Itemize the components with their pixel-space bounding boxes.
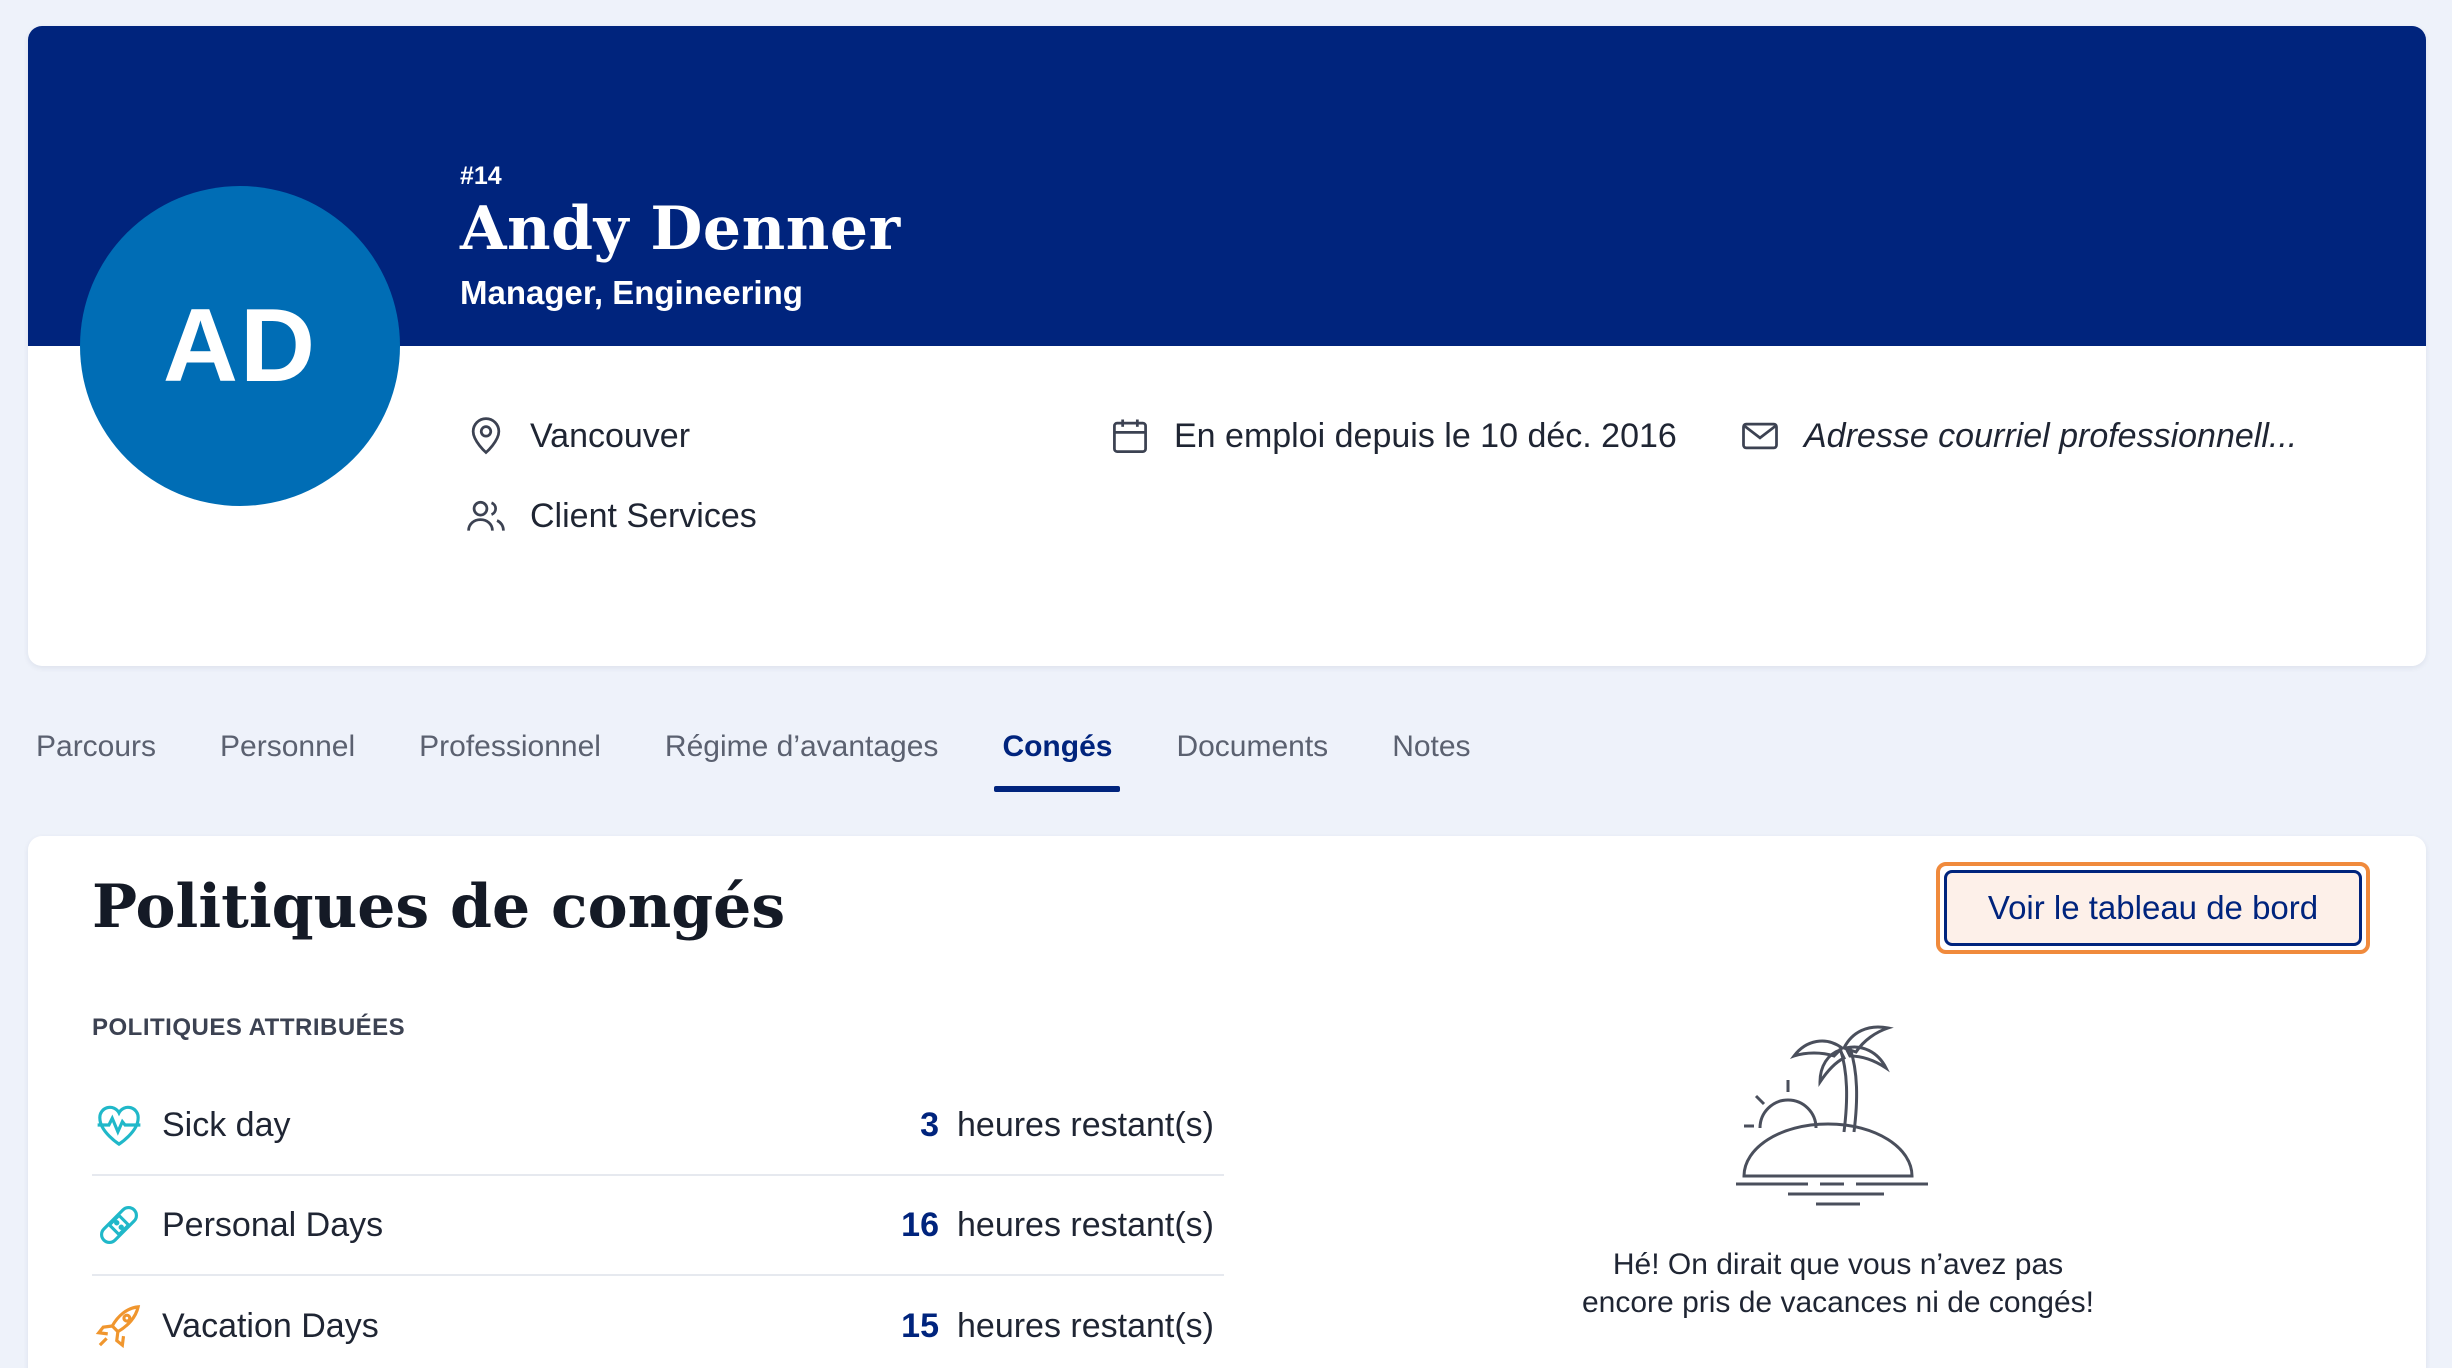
policy-hours-unit: heures restant(s) — [957, 1105, 1214, 1144]
department-info: Client Services — [464, 494, 757, 538]
assigned-policies-label: POLITIQUES ATTRIBUÉES — [92, 1014, 406, 1041]
policy-hours-value: 3 — [920, 1105, 939, 1144]
mail-icon — [1742, 422, 1778, 450]
policy-hours-value: 16 — [901, 1205, 939, 1244]
avatar-initials: AD — [162, 287, 318, 404]
profile-card: AD #14 Andy Denner Manager, Engineering … — [28, 26, 2426, 666]
policy-name: Sick day — [162, 1105, 291, 1144]
email-info[interactable]: Adresse courriel professionnell... — [1738, 414, 2297, 458]
empty-state-line-1: Hé! On dirait que vous n’avez pas — [1612, 1248, 2064, 1281]
avatar: AD — [80, 186, 400, 506]
bandage-icon — [92, 1198, 146, 1252]
location-text: Vancouver — [530, 416, 691, 455]
tab-professionnel[interactable]: Professionnel — [419, 712, 601, 792]
policy-name: Vacation Days — [162, 1306, 379, 1345]
policy-hours-value: 15 — [901, 1306, 939, 1345]
time-off-policies-card: Politiques de congés Voir le tableau de … — [28, 836, 2426, 1368]
view-dashboard-button-label[interactable]: Voir le tableau de bord — [1944, 870, 2362, 946]
calendar-icon — [1113, 419, 1147, 453]
tab-regime-avantages[interactable]: Régime d’avantages — [665, 712, 939, 792]
policy-row[interactable]: Personal Days 16 heures restant(s) — [92, 1176, 1224, 1276]
employment-info: En emploi depuis le 10 déc. 2016 — [1108, 414, 1677, 458]
employee-name: Andy Denner — [460, 194, 901, 264]
rocket-icon — [92, 1299, 146, 1353]
empty-state: Hé! On dirait que vous n’avez pas encore… — [1468, 1016, 2208, 1322]
policy-name: Personal Days — [162, 1205, 384, 1244]
section-title: Politiques de congés — [92, 872, 786, 942]
view-dashboard-button[interactable]: Voir le tableau de bord — [1936, 862, 2370, 954]
tab-documents[interactable]: Documents — [1176, 712, 1328, 792]
island-icon — [1736, 1025, 1928, 1206]
policy-hours-unit: heures restant(s) — [957, 1205, 1214, 1244]
location-info: Vancouver — [464, 414, 690, 458]
tab-conges[interactable]: Congés — [994, 712, 1121, 792]
policy-row[interactable]: Vacation Days 15 heures restant(s) — [92, 1276, 1224, 1368]
tab-parcours[interactable]: Parcours — [36, 712, 156, 792]
users-icon — [467, 500, 505, 531]
policy-list: Sick day 3 heures restant(s) Personal Da… — [92, 1076, 1224, 1368]
department-text: Client Services — [530, 496, 757, 535]
employee-id: #14 — [460, 162, 502, 190]
tab-notes[interactable]: Notes — [1392, 712, 1470, 792]
tab-personnel[interactable]: Personnel — [220, 712, 355, 792]
empty-state-line-2: encore pris de vacances ni de congés! — [1582, 1286, 2094, 1319]
map-pin-icon — [471, 417, 501, 455]
employment-start-text: En emploi depuis le 10 déc. 2016 — [1174, 416, 1677, 455]
employee-job-title: Manager, Engineering — [460, 274, 803, 311]
policy-hours-unit: heures restant(s) — [957, 1306, 1214, 1345]
heart-pulse-icon — [92, 1098, 146, 1152]
policy-row[interactable]: Sick day 3 heures restant(s) — [92, 1076, 1224, 1176]
work-email-text[interactable]: Adresse courriel professionnell... — [1804, 417, 2297, 456]
profile-tabs: Parcours Personnel Professionnel Régime … — [36, 712, 1535, 792]
